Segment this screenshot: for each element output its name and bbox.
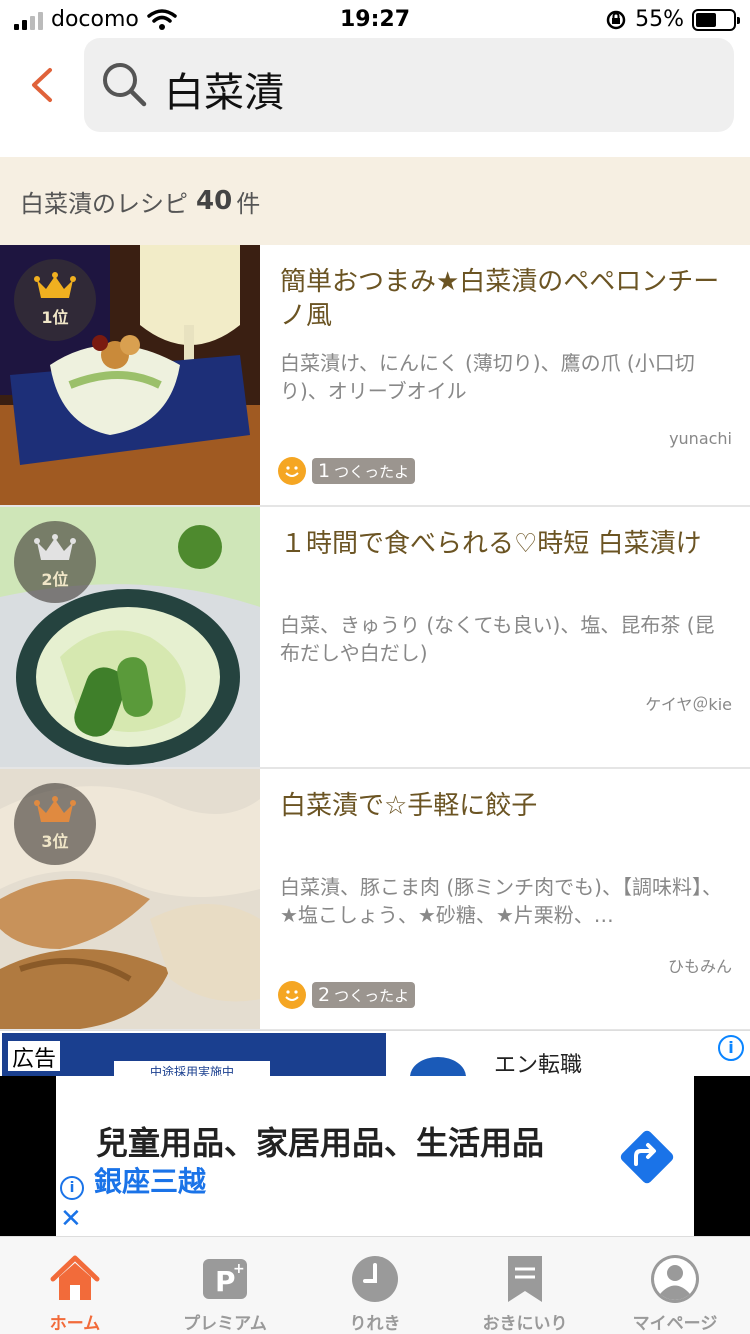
crown-bronze-icon	[34, 796, 76, 822]
recipe-author[interactable]: yunachi	[669, 429, 732, 448]
close-icon[interactable]: ✕	[60, 1206, 82, 1232]
rank-label: 1位	[41, 308, 69, 327]
ad-badge: 広告	[6, 1039, 63, 1073]
rank-label: 2位	[41, 570, 69, 589]
recipe-card[interactable]: 3位 白菜漬で☆手軽に餃子 白菜漬、豚こま肉 (豚ミンチ肉でも)、【調味料】、★…	[0, 769, 750, 1031]
recipe-author[interactable]: ひもみん	[668, 953, 732, 977]
rank-label: 3位	[41, 832, 69, 851]
status-right: 55%	[605, 7, 740, 32]
tab-label: ホーム	[49, 1314, 101, 1334]
tab-favorites[interactable]: おきにいり	[450, 1237, 600, 1334]
banner-ad-container: 兒童用品、家居用品、生活用品 銀座三越 i ✕	[0, 1076, 750, 1236]
made-count-badge: 2 つくったよ	[312, 982, 416, 1008]
recipe-photo: 1位	[0, 245, 260, 505]
back-arrow-icon[interactable]	[22, 60, 62, 110]
rank-badge: 1位	[14, 259, 96, 341]
tab-history[interactable]: りれき	[300, 1237, 450, 1334]
ad-title[interactable]: エン転職	[494, 1047, 582, 1076]
made-count: 2	[318, 984, 331, 1006]
made-label: つくったよ	[334, 986, 410, 1005]
result-count: 40	[196, 186, 233, 216]
home-icon	[50, 1255, 100, 1300]
result-unit: 件	[236, 189, 261, 218]
result-label: 白菜漬のレシピ	[20, 189, 188, 218]
battery-percent: 55%	[635, 7, 684, 32]
recipe-ingredients: 白菜、きゅうり (なくても良い)、塩、昆布茶 (昆布だしや白だし)	[280, 613, 715, 665]
made-label: つくったよ	[334, 462, 410, 481]
smile-icon	[278, 457, 306, 485]
ad-image-caption: 中途採用実施中	[112, 1059, 272, 1076]
tab-label: プレミアム	[183, 1314, 267, 1334]
tab-mypage[interactable]: マイページ	[600, 1237, 750, 1334]
tab-label: マイページ	[632, 1314, 718, 1334]
recipe-author[interactable]: ケイヤ＠kie	[645, 691, 732, 715]
recipe-title[interactable]: 簡単おつまみ★白菜漬のペペロンチーノ風	[280, 265, 732, 333]
rank-badge: 3位	[14, 783, 96, 865]
tab-bar: ホーム P + プレミアム りれき おきにいり マイページ	[0, 1236, 750, 1334]
recipe-ingredients: 白菜漬、豚こま肉 (豚ミンチ肉でも)、【調味料】、★塩こしょう、★砂糖、★片栗粉…	[280, 875, 722, 927]
rank-badge: 2位	[14, 521, 96, 603]
recipe-photo: 3位	[0, 769, 260, 1029]
crown-silver-icon	[34, 534, 76, 560]
banner-ad-brand: 銀座三越	[94, 1165, 207, 1198]
recipe-card[interactable]: 1位 簡単おつまみ★白菜漬のペペロンチーノ風 白菜漬け、にんにく (薄切り)、鷹…	[0, 245, 750, 507]
premium-icon: P +	[203, 1259, 247, 1299]
search-input[interactable]: 白菜漬	[84, 38, 734, 132]
tab-home[interactable]: ホーム	[0, 1237, 150, 1334]
info-icon[interactable]: i	[718, 1035, 744, 1061]
history-clock-icon	[352, 1256, 398, 1302]
recipe-photo: 2位	[0, 507, 260, 767]
made-report: 1 つくったよ	[278, 457, 416, 485]
crown-gold-icon	[34, 272, 76, 298]
tab-label: りれき	[349, 1314, 401, 1334]
tab-premium[interactable]: P + プレミアム	[150, 1237, 300, 1334]
smile-icon	[278, 981, 306, 1009]
made-count-badge: 1 つくったよ	[312, 458, 416, 484]
recipe-ingredients: 白菜漬け、にんにく (薄切り)、鷹の爪 (小口切り)、オリーブオイル	[280, 351, 695, 403]
bookmark-icon	[508, 1256, 542, 1302]
battery-icon	[692, 8, 740, 31]
recipe-card[interactable]: 2位 １時間で食べられる♡時短 白菜漬け 白菜、きゅうり (なくても良い)、塩、…	[0, 507, 750, 769]
banner-ad[interactable]: 兒童用品、家居用品、生活用品 銀座三越 i ✕	[56, 1076, 694, 1236]
search-query: 白菜漬	[164, 70, 284, 116]
search-icon	[103, 63, 147, 107]
search-header: 白菜漬	[0, 38, 750, 138]
recipe-title[interactable]: 白菜漬で☆手軽に餃子	[280, 789, 732, 823]
orientation-lock-icon	[606, 10, 626, 29]
inline-ad[interactable]: 中途採用実施中 広告 エン転職 i	[0, 1030, 750, 1076]
banner-ad-text: 兒童用品、家居用品、生活用品	[96, 1124, 545, 1162]
battery-level	[696, 12, 716, 27]
svg-text:+: +	[233, 1261, 245, 1277]
user-icon	[651, 1255, 699, 1303]
made-report: 2 つくったよ	[278, 981, 416, 1009]
directions-arrow-icon[interactable]	[616, 1126, 678, 1188]
ad-logo	[410, 1057, 466, 1076]
recipe-title[interactable]: １時間で食べられる♡時短 白菜漬け	[280, 527, 732, 561]
made-count: 1	[318, 460, 331, 482]
status-bar: docomo 19:27 55%	[0, 0, 750, 40]
result-count-bar: 白菜漬のレシピ 40 件	[0, 157, 750, 245]
tab-label: おきにいり	[482, 1314, 568, 1334]
info-icon[interactable]: i	[60, 1176, 84, 1200]
